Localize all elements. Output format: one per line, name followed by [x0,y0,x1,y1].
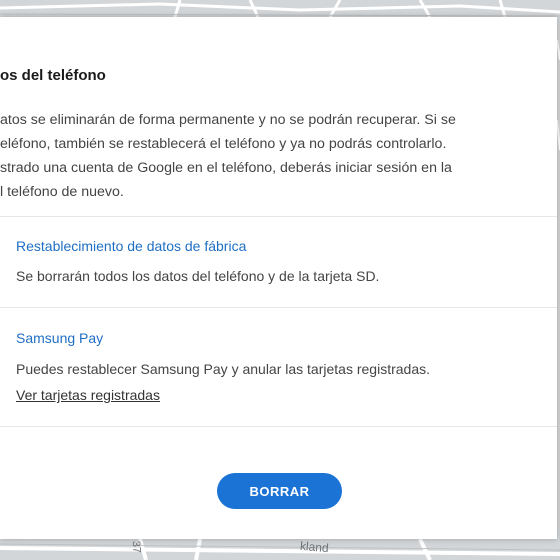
view-registered-cards-link[interactable]: Ver tarjetas registradas [16,387,160,403]
samsung-pay-description: Puedes restablecer Samsung Pay y anular … [16,361,430,377]
dialog-description-line: strado una cuenta de Google en el teléfo… [0,160,452,176]
factory-reset-title: Restablecimiento de datos de fábrica [16,238,247,254]
map-number-label: 37 [129,540,143,554]
dialog-description: atos se eliminarán de forma permanente y… [0,108,560,204]
divider [0,426,557,427]
map-street-label: kland [299,538,330,556]
samsung-pay-title: Samsung Pay [16,330,104,346]
divider [0,307,557,308]
divider [0,216,557,217]
factory-reset-description: Se borrarán todos los datos del teléfono… [16,268,380,284]
reset-dialog: os del teléfono atos se eliminarán de fo… [0,17,557,539]
dialog-description-line: eléfono, también se restablecerá el telé… [0,136,447,152]
dialog-title: os del teléfono [0,67,106,84]
dialog-description-line: atos se eliminarán de forma permanente y… [0,112,456,128]
erase-button[interactable]: BORRAR [217,473,342,509]
dialog-description-line: l teléfono de nuevo. [0,184,124,200]
